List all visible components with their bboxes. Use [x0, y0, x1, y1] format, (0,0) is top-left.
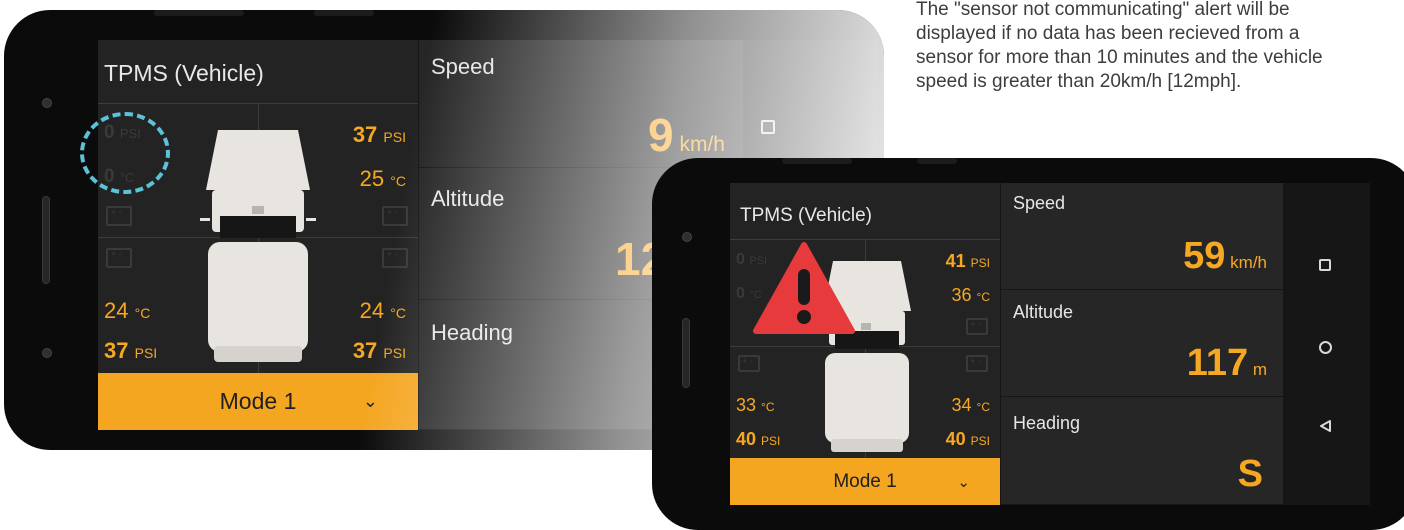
rear-left-temp: 33 °C — [736, 395, 775, 415]
square-icon[interactable] — [761, 120, 775, 134]
phone-top-button — [154, 10, 244, 16]
front-right-temp: 25 °C — [359, 166, 406, 191]
altitude-card: Altitude 117 m — [1000, 290, 1283, 397]
rear-left-pressure: 40 PSI — [736, 429, 781, 449]
phone-top-button — [917, 158, 957, 164]
alert-icon — [753, 242, 855, 334]
heading-label: Heading — [431, 320, 513, 345]
alert-description: The "sensor not communicating" alert wil… — [916, 0, 1323, 92]
speed-label: Speed — [431, 54, 495, 79]
speaker-slot — [42, 196, 50, 284]
speaker-slot — [682, 318, 690, 388]
chevron-down-icon: ⌄ — [362, 391, 378, 411]
camera-dot — [42, 98, 52, 108]
sensor-dot — [42, 348, 52, 358]
tpms-panel: TPMS (Vehicle) 0 PSI 0 °C + - 37 PSI 25 … — [98, 40, 418, 430]
speed-card: Speed 9 km/h — [418, 40, 743, 168]
phone-top-button — [782, 158, 852, 164]
speed-value: 9 km/h — [648, 109, 725, 161]
battery-icon: + - — [106, 248, 132, 268]
altitude-label: Altitude — [1013, 302, 1074, 322]
heading-label: Heading — [1013, 413, 1081, 433]
tpms-title: TPMS (Vehicle) — [104, 60, 264, 86]
mode-label: Mode 1 — [219, 388, 297, 414]
nav-bar — [1283, 183, 1370, 505]
mode-selector[interactable]: Mode 1 ⌄ — [730, 458, 1000, 505]
front-screen: TPMS (Vehicle) 0 PSI 0 °C 41 PSI 36 °C +… — [730, 183, 1370, 505]
speed-label: Speed — [1013, 193, 1066, 213]
battery-icon: + - — [382, 206, 408, 226]
rear-right-pressure: 37 PSI — [352, 338, 406, 363]
mode-selector[interactable]: Mode 1 ⌄ — [98, 373, 418, 430]
rear-right-temp: 24 °C — [359, 298, 406, 323]
altitude-value: 117 m — [1186, 342, 1267, 384]
battery-icon: + - — [966, 355, 988, 372]
battery-icon: + - — [738, 355, 760, 372]
rear-right-temp: 34 °C — [951, 395, 990, 415]
tpms-title: TPMS (Vehicle) — [740, 205, 872, 226]
rear-right-pressure: 40 PSI — [945, 429, 990, 449]
front-phone: TPMS (Vehicle) 0 PSI 0 °C 41 PSI 36 °C +… — [652, 158, 1404, 530]
camera-dot — [682, 232, 692, 242]
square-icon[interactable] — [1319, 259, 1331, 271]
front-right-pressure: 37 PSI — [352, 122, 406, 147]
battery-icon: + - — [966, 318, 988, 335]
rear-left-temp: 24 °C — [104, 298, 151, 323]
circle-icon[interactable] — [1319, 341, 1332, 354]
tpms-panel: TPMS (Vehicle) 0 PSI 0 °C 41 PSI 36 °C +… — [730, 183, 1000, 505]
vehicle-icon — [200, 130, 316, 362]
highlight-circle — [80, 112, 170, 194]
front-right-temp: 36 °C — [951, 285, 990, 305]
speed-card: Speed 59 km/h — [1000, 183, 1283, 290]
battery-icon: + - — [382, 248, 408, 268]
altitude-label: Altitude — [431, 186, 505, 211]
mode-label: Mode 1 — [833, 470, 897, 492]
triangle-back-icon[interactable] — [1319, 419, 1332, 433]
rear-left-pressure: 37 PSI — [104, 338, 158, 363]
phone-top-button — [314, 10, 374, 16]
heading-value: S — [1237, 453, 1263, 495]
battery-icon: + - — [106, 206, 132, 226]
chevron-down-icon: ⌄ — [957, 473, 970, 491]
front-right-pressure: 41 PSI — [945, 251, 990, 271]
heading-card: Heading S — [1000, 397, 1283, 505]
speed-value: 59 km/h — [1183, 235, 1267, 277]
